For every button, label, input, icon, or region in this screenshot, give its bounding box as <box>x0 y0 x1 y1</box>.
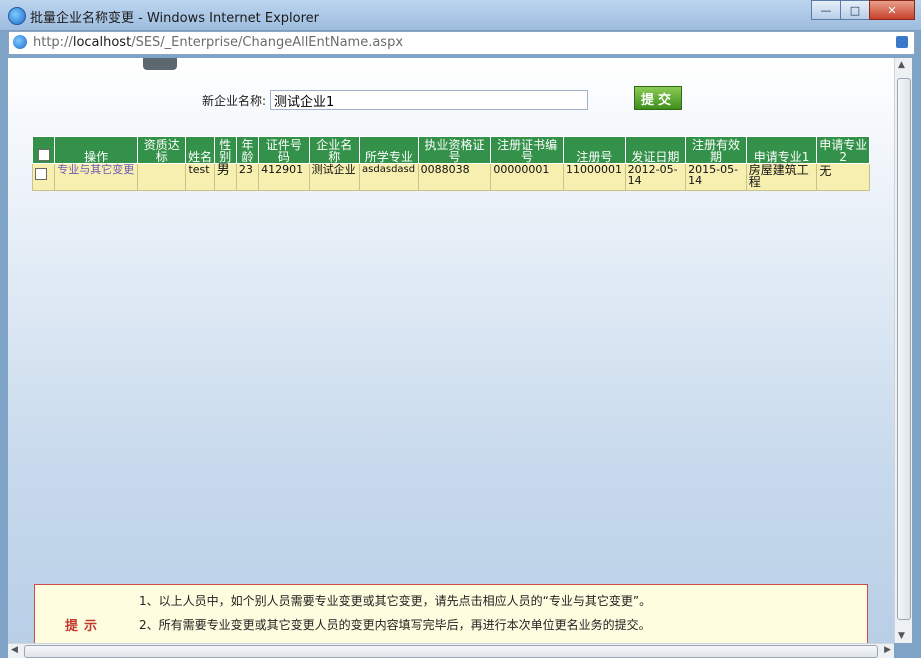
scroll-up-icon[interactable]: ▲ <box>898 60 905 70</box>
ie-icon <box>8 7 26 25</box>
age-cell: 23 <box>235 163 260 191</box>
col-id-no: 证件号码 <box>258 136 310 164</box>
vertical-scrollbar[interactable]: ▲ ▼ <box>894 58 912 643</box>
url-text[interactable]: http://localhost/SES/_Enterprise/ChangeA… <box>33 35 403 50</box>
col-major: 所学专业 <box>359 136 419 164</box>
page-content: 新企业名称: 提交 操作 资质达标 姓名 性别 年龄 证件号码 企业名称 所学专… <box>8 58 894 643</box>
horizontal-scroll-thumb[interactable] <box>24 645 878 658</box>
company-cell: 测试企业 <box>308 163 361 191</box>
url-prefix: http:// <box>33 35 73 50</box>
company-name-form: 新企业名称: <box>202 88 589 112</box>
select-all-header[interactable] <box>31 136 56 164</box>
personnel-table: 操作 资质达标 姓名 性别 年龄 证件号码 企业名称 所学专业 执业资格证号 注… <box>31 136 870 191</box>
submit-button[interactable]: 提交 <box>634 86 682 110</box>
window-controls: — □ ✕ <box>811 0 915 20</box>
qualified-cell <box>136 163 187 191</box>
company-name-input[interactable] <box>270 90 589 110</box>
col-name: 姓名 <box>185 136 215 164</box>
hint-title: 提示 <box>65 619 104 634</box>
col-reg-cert-no: 注册证书编号 <box>490 136 565 164</box>
col-valid-date: 注册有效期 <box>685 136 747 164</box>
address-bar[interactable]: http://localhost/SES/_Enterprise/ChangeA… <box>8 31 915 55</box>
row-checkbox[interactable] <box>35 168 47 180</box>
col-issue-date: 发证日期 <box>624 136 687 164</box>
maximize-button[interactable]: □ <box>840 0 870 20</box>
reg-no-cell: 11000001 <box>563 163 626 191</box>
col-age: 年龄 <box>235 136 260 164</box>
url-path: /SES/_Enterprise/ChangeAllEntName.aspx <box>131 35 404 50</box>
change-major-link[interactable]: 专业与其它变更 <box>57 163 134 176</box>
col-action: 操作 <box>54 136 138 164</box>
close-button[interactable]: ✕ <box>869 0 915 20</box>
col-company: 企业名称 <box>308 136 361 164</box>
url-host: localhost <box>72 35 132 50</box>
hint-box: 提示 1、以上人员中，如个别人员需要专业变更或其它变更，请先点击相应人员的“专业… <box>34 584 868 643</box>
top-stub <box>143 58 177 70</box>
hint-line-1: 1、以上人员中，如个别人员需要专业变更或其它变更，请先点击相应人员的“专业与其它… <box>139 594 652 608</box>
valid-date-cell: 2015-05-14 <box>685 163 747 191</box>
reg-cert-no-cell: 00000001 <box>490 163 565 191</box>
col-reg-no: 注册号 <box>563 136 626 164</box>
action-cell: 专业与其它变更 <box>54 163 138 191</box>
col-qualified: 资质达标 <box>136 136 187 164</box>
horizontal-scrollbar[interactable]: ◀ ▶ <box>8 643 894 658</box>
major-cell: asdasdasd <box>359 163 419 191</box>
name-cell: test <box>185 163 215 191</box>
cert-no-cell: 0088038 <box>417 163 492 191</box>
col-gender: 性别 <box>213 136 237 164</box>
select-all-checkbox[interactable] <box>37 149 50 161</box>
compat-view-icon[interactable] <box>896 36 908 48</box>
table-header-row: 操作 资质达标 姓名 性别 年龄 证件号码 企业名称 所学专业 执业资格证号 注… <box>31 136 870 164</box>
minimize-button[interactable]: — <box>811 0 841 20</box>
col-cert-no: 执业资格证号 <box>417 136 492 164</box>
id-no-cell: 412901 <box>258 163 310 191</box>
apply-major1-cell: 房屋建筑工程 <box>745 163 818 191</box>
scroll-down-icon[interactable]: ▼ <box>898 631 905 641</box>
issue-date-cell: 2012-05-14 <box>624 163 687 191</box>
scroll-right-icon[interactable]: ▶ <box>884 645 891 655</box>
col-apply-major1: 申请专业1 <box>745 136 818 164</box>
scroll-left-icon[interactable]: ◀ <box>11 645 18 655</box>
hint-line-2: 2、所有需要专业变更或其它变更人员的变更内容填写完毕后，再进行本次单位更名业务的… <box>139 618 651 632</box>
company-name-label: 新企业名称: <box>202 93 267 108</box>
row-select-cell[interactable] <box>31 163 56 191</box>
gender-cell: 男 <box>213 163 237 191</box>
window-title: 批量企业名称变更 - Windows Internet Explorer <box>30 11 319 26</box>
title-bar: 批量企业名称变更 - Windows Internet Explorer — □… <box>0 0 921 31</box>
vertical-scroll-thumb[interactable] <box>897 78 911 620</box>
table-row: 专业与其它变更 test 男 23 412901 测试企业 asdasdasd … <box>31 163 870 191</box>
page-icon <box>13 35 27 49</box>
col-apply-major2: 申请专业2 <box>816 136 870 164</box>
apply-major2-cell: 无 <box>816 163 870 191</box>
